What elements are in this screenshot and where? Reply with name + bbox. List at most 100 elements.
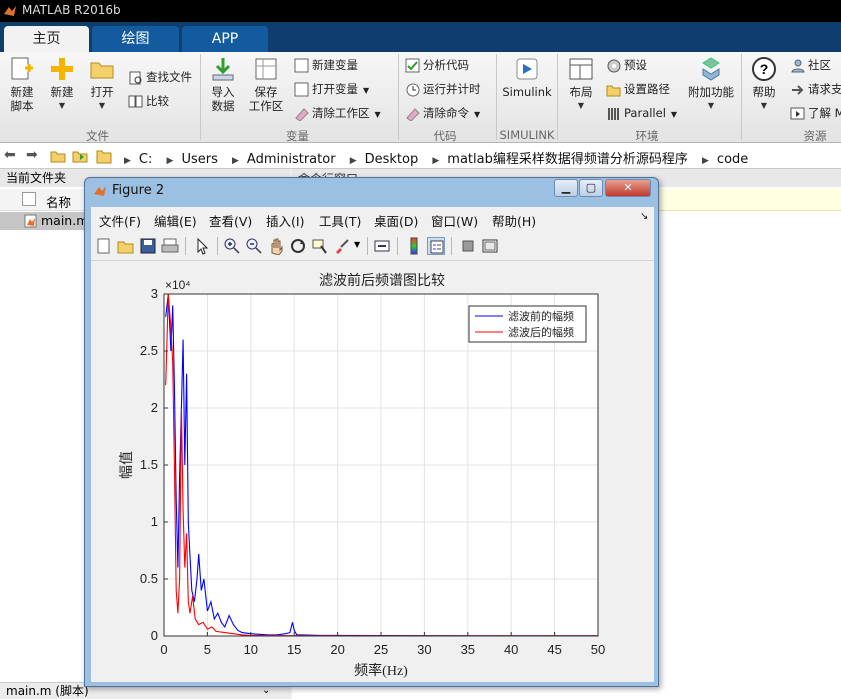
- set-path-button[interactable]: 设置路径: [606, 80, 670, 98]
- simulink-icon: [516, 58, 538, 80]
- preferences-button[interactable]: 预设: [606, 56, 647, 74]
- ribbon-separator: [557, 54, 558, 140]
- layout-button[interactable]: 布局 ▼: [562, 56, 600, 113]
- menu-file[interactable]: 文件(F): [99, 211, 141, 230]
- open-button[interactable]: 打开 ▼: [84, 56, 120, 113]
- simulink-button[interactable]: Simulink: [502, 56, 552, 99]
- y-axis-label: 幅值: [119, 451, 135, 479]
- open-variable-button[interactable]: 打开变量 ▼: [294, 80, 369, 98]
- folder-open-icon: [90, 62, 114, 79]
- pointer-icon[interactable]: [193, 237, 211, 255]
- addons-label: 附加功能: [688, 85, 734, 99]
- file-name: main.m: [41, 213, 89, 228]
- tab-plots[interactable]: 绘图: [92, 26, 179, 52]
- link-plot-icon[interactable]: [373, 237, 391, 255]
- up-folder-icon[interactable]: [50, 148, 66, 164]
- analyze-code-label: 分析代码: [423, 58, 469, 72]
- name-column-header[interactable]: 名称: [46, 192, 71, 211]
- new-variable-button[interactable]: 新建变量: [294, 56, 358, 74]
- community-button[interactable]: 社区: [790, 56, 831, 74]
- new-button[interactable]: 新建 ▼: [44, 56, 80, 113]
- menu-view[interactable]: 查看(V): [209, 211, 252, 230]
- analyze-code-button[interactable]: 分析代码: [405, 56, 469, 74]
- new-script-button[interactable]: 新建 脚本: [4, 56, 40, 113]
- pan-hand-icon[interactable]: [267, 237, 285, 255]
- clear-workspace-button[interactable]: 清除工作区 ▼: [294, 104, 381, 122]
- import-data-button[interactable]: 导入 数据: [205, 56, 241, 113]
- new-figure-icon[interactable]: [95, 237, 113, 255]
- x-tick-label: 25: [374, 642, 388, 657]
- addons-button[interactable]: 附加功能 ▼: [686, 56, 736, 113]
- import-data-label: 导入 数据: [211, 85, 235, 113]
- window-title: MATLAB R2016b: [22, 3, 121, 17]
- parallel-button[interactable]: Parallel ▼: [606, 104, 677, 122]
- minimize-button[interactable]: ▁: [554, 179, 578, 197]
- legend-label-before: 滤波前的幅频: [508, 309, 574, 323]
- zoom-out-icon[interactable]: [245, 237, 263, 255]
- find-files-label: 查找文件: [146, 70, 192, 84]
- legend-icon[interactable]: [427, 237, 445, 255]
- find-files-icon: [129, 71, 142, 85]
- menu-help[interactable]: 帮助(H): [492, 211, 536, 230]
- legend[interactable]: 滤波前的幅频 滤波后的幅频: [468, 305, 587, 343]
- x-tick-label: 50: [591, 642, 605, 657]
- clear-commands-button[interactable]: 清除命令 ▼: [405, 104, 480, 122]
- open-file-icon[interactable]: [117, 237, 135, 255]
- toolbar-separator: [367, 237, 368, 255]
- colorbar-icon[interactable]: [405, 237, 423, 255]
- figure-canvas[interactable]: 滤波前后频谱图比较 0 5 10 15 20 25 30 35 40 45 50 0 0.5 1 1.5 2 2…: [91, 261, 654, 682]
- spectrum-plot[interactable]: 滤波前后频谱图比较 0 5 10 15 20 25 30 35 40 45 50 0 0.5 1 1.5 2 2…: [91, 261, 654, 682]
- close-button[interactable]: ✕: [605, 179, 651, 197]
- figure-menu-bar: 文件(F) 编辑(E) 查看(V) 插入(I) 工具(T) 桌面(D) 窗口(W…: [91, 207, 654, 231]
- breadcrumb-item[interactable]: C:: [139, 152, 152, 167]
- breadcrumb-item[interactable]: matlab编程采样数据得频谱分析源码程序: [447, 152, 688, 167]
- ribbon-separator: [200, 54, 201, 140]
- data-cursor-icon[interactable]: [311, 237, 329, 255]
- request-support-label: 请求支: [808, 82, 841, 96]
- parallel-label: Parallel: [624, 106, 666, 120]
- x-tick-label: 40: [504, 642, 518, 657]
- layout-icon: [569, 58, 593, 80]
- browse-folder-icon[interactable]: [72, 148, 88, 164]
- brush-dropdown-icon[interactable]: ▼: [354, 240, 360, 249]
- figure-window[interactable]: Figure 2 ▁ ▢ ✕ 文件(F) 编辑(E) 查看(V) 插入(I) 工…: [84, 177, 659, 687]
- request-support-button[interactable]: 请求支: [790, 80, 841, 98]
- brush-icon[interactable]: [333, 237, 351, 255]
- help-button[interactable]: ? 帮助 ▼: [746, 56, 782, 113]
- menu-insert[interactable]: 插入(I): [266, 211, 304, 230]
- compare-button[interactable]: 比较: [128, 92, 169, 110]
- matlab-logo-icon: [4, 6, 16, 16]
- save-workspace-label: 保存 工作区: [248, 85, 284, 113]
- code-section-label: 代码: [433, 129, 457, 143]
- rotate-3d-icon[interactable]: [289, 237, 307, 255]
- tab-apps[interactable]: APP: [182, 26, 268, 52]
- save-workspace-button[interactable]: 保存 工作区: [246, 56, 286, 113]
- hide-tools-icon[interactable]: [459, 237, 477, 255]
- legend-label-after: 滤波后的幅频: [508, 325, 574, 339]
- menu-tools[interactable]: 工具(T): [319, 211, 361, 230]
- maximize-button[interactable]: ▢: [579, 179, 603, 197]
- menu-desktop[interactable]: 桌面(D): [374, 211, 418, 230]
- breadcrumb-item[interactable]: code: [717, 152, 748, 167]
- forward-arrow-icon[interactable]: ➡: [26, 147, 38, 163]
- menu-edit[interactable]: 编辑(E): [154, 211, 197, 230]
- breadcrumb-item[interactable]: Desktop: [365, 152, 419, 167]
- menu-window[interactable]: 窗口(W): [431, 211, 478, 230]
- back-arrow-icon[interactable]: ⬅: [4, 147, 16, 163]
- print-icon[interactable]: [161, 237, 179, 255]
- dock-figure-icon[interactable]: [481, 237, 499, 255]
- breadcrumb-item[interactable]: Users: [181, 152, 217, 167]
- toolbar-separator: [397, 237, 398, 255]
- save-icon[interactable]: [139, 237, 157, 255]
- zoom-in-icon[interactable]: [223, 237, 241, 255]
- run-and-time-button[interactable]: 运行并计时: [405, 80, 481, 98]
- dock-arrow-icon[interactable]: ↘: [640, 211, 648, 222]
- tab-home[interactable]: 主页: [4, 26, 89, 52]
- set-path-icon: [606, 85, 621, 97]
- breadcrumb-item[interactable]: Administrator: [247, 152, 336, 167]
- find-files-button[interactable]: 查找文件: [128, 68, 192, 86]
- learn-matlab-button[interactable]: 了解 M: [790, 104, 841, 122]
- help-icon: ?: [752, 57, 776, 81]
- new-label: 新建: [50, 85, 74, 99]
- community-icon: [791, 59, 805, 73]
